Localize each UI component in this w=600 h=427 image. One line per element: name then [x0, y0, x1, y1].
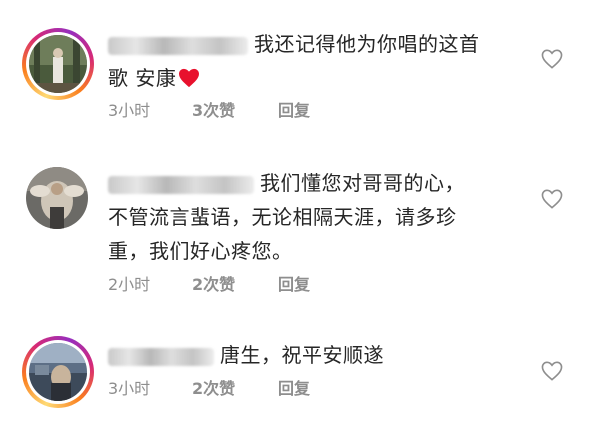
avatar-story-ring[interactable]	[22, 28, 94, 100]
like-heart-icon[interactable]	[541, 49, 563, 69]
username-redacted[interactable]	[108, 347, 214, 366]
comment-likes-count[interactable]: 3次赞	[192, 100, 235, 122]
comment-likes-count[interactable]: 2次赞	[192, 274, 235, 296]
username-redacted[interactable]	[108, 36, 248, 55]
comment-time: 2小时	[108, 275, 151, 294]
comment-text-line2: 不管流言蜚语，无论相隔天涯，请多珍	[108, 205, 457, 229]
comment-text-line2: 歌 安康	[108, 66, 177, 90]
comment-time: 3小时	[108, 379, 151, 398]
like-heart-icon[interactable]	[541, 189, 563, 209]
comment-likes-count[interactable]: 2次赞	[192, 378, 235, 400]
reply-button[interactable]: 回复	[278, 100, 310, 122]
comment-time: 3小时	[108, 101, 151, 120]
comment-text-line3: 重，我们好心疼您。	[108, 239, 293, 263]
red-heart-emoji	[178, 64, 200, 98]
comment-text: 唐生，祝平安顺遂	[220, 343, 384, 367]
reply-button[interactable]: 回复	[278, 274, 310, 296]
avatar	[29, 343, 87, 401]
like-heart-icon[interactable]	[541, 361, 563, 381]
reply-button[interactable]: 回复	[278, 378, 310, 400]
avatar	[29, 35, 87, 93]
comment-text: 我还记得他为你唱的这首	[254, 32, 480, 56]
avatar-story-ring[interactable]	[22, 336, 94, 408]
username-redacted[interactable]	[108, 175, 254, 194]
comment-text: 我们懂您对哥哥的心，	[260, 171, 465, 195]
avatar[interactable]	[26, 167, 88, 229]
